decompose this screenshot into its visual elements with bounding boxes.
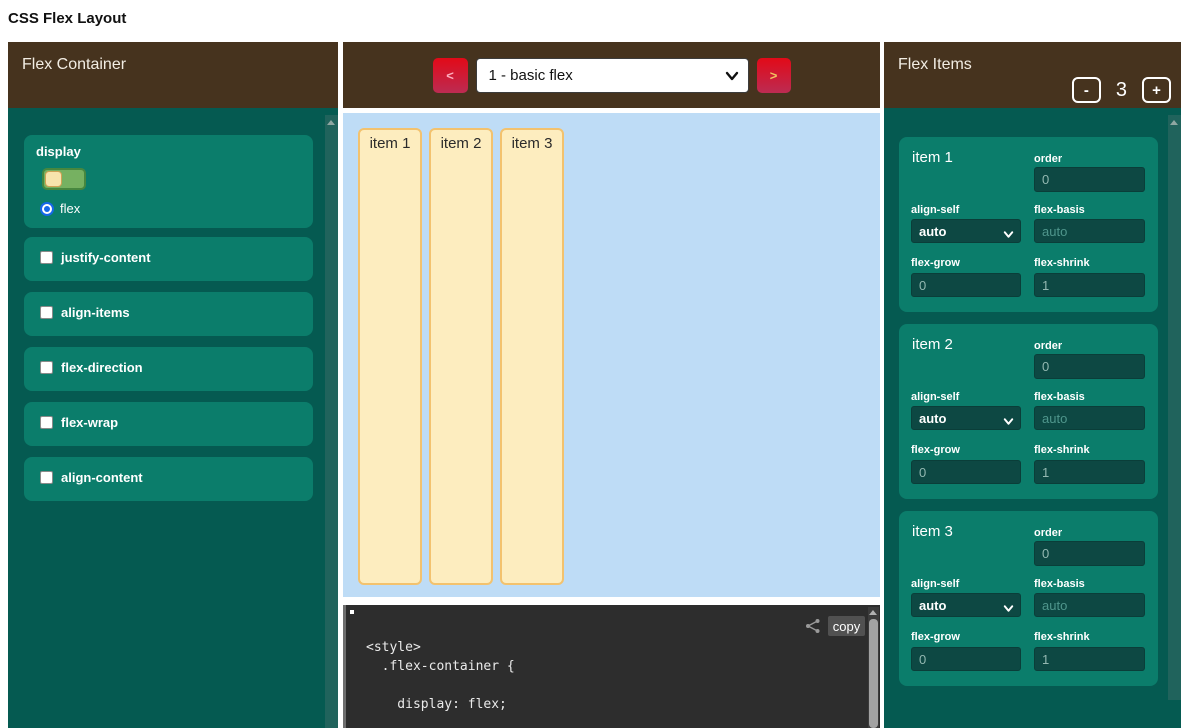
flex-basis-label: flex-basis bbox=[1034, 204, 1085, 216]
item-1-card: item 1 order align-self auto flex-basis … bbox=[899, 137, 1158, 312]
flex-shrink-input[interactable] bbox=[1034, 460, 1145, 484]
code-panel-dot bbox=[350, 610, 354, 614]
flex-items-panel-title: Flex Items bbox=[898, 56, 972, 73]
flex-preview-item: item 1 bbox=[358, 128, 422, 585]
next-example-button[interactable]: > bbox=[757, 58, 791, 93]
flex-shrink-label: flex-shrink bbox=[1034, 444, 1090, 456]
example-select[interactable]: 1 - basic flex bbox=[476, 58, 749, 93]
flex-basis-label: flex-basis bbox=[1034, 578, 1085, 590]
align-self-select[interactable]: auto bbox=[911, 219, 1021, 243]
flex-items-panel-body: item 1 order align-self auto flex-basis … bbox=[884, 108, 1181, 728]
item-card-title: item 3 bbox=[912, 523, 953, 540]
order-label: order bbox=[1034, 527, 1062, 539]
code-line bbox=[366, 676, 515, 695]
flex-grow-input[interactable] bbox=[911, 460, 1021, 484]
flex-basis-input[interactable] bbox=[1034, 406, 1145, 430]
flex-shrink-label: flex-shrink bbox=[1034, 257, 1090, 269]
align-content-label: align-content bbox=[61, 470, 143, 485]
align-self-select-wrap: auto bbox=[911, 219, 1021, 243]
display-toggle-knob[interactable] bbox=[45, 171, 62, 187]
flex-items-panel: Flex Items - 3 + item 1 order align-self… bbox=[884, 42, 1181, 728]
display-toggle[interactable] bbox=[42, 168, 86, 190]
order-label: order bbox=[1034, 153, 1062, 165]
item-2-card: item 2 order align-self auto flex-basis … bbox=[899, 324, 1158, 499]
order-input[interactable] bbox=[1034, 167, 1145, 192]
align-content-checkbox[interactable] bbox=[40, 471, 53, 484]
flex-direction-checkbox[interactable] bbox=[40, 361, 53, 374]
scroll-up-arrow-icon[interactable] bbox=[327, 120, 335, 125]
flex-direction-card: flex-direction bbox=[24, 347, 313, 391]
align-self-label: align-self bbox=[911, 204, 959, 216]
align-self-label: align-self bbox=[911, 391, 959, 403]
flex-grow-label: flex-grow bbox=[911, 257, 960, 269]
item-count-controls: - 3 + bbox=[1072, 77, 1171, 103]
flex-basis-input[interactable] bbox=[1034, 593, 1145, 617]
align-self-select[interactable]: auto bbox=[911, 593, 1021, 617]
flex-grow-input[interactable] bbox=[911, 647, 1021, 671]
display-flex-radio[interactable] bbox=[40, 202, 54, 216]
copy-code-button[interactable]: copy bbox=[828, 616, 865, 636]
previous-example-button[interactable]: < bbox=[433, 58, 468, 93]
flex-preview-item: item 3 bbox=[500, 128, 564, 585]
align-items-label: align-items bbox=[61, 305, 130, 320]
align-self-select-wrap: auto bbox=[911, 406, 1021, 430]
code-scrollbar-thumb[interactable] bbox=[869, 619, 878, 728]
display-flex-radio-label: flex bbox=[60, 201, 80, 216]
display-property-card: display flex bbox=[24, 135, 313, 228]
code-output-panel: copy <style> .flex-container { display: … bbox=[343, 605, 880, 728]
flex-direction-label: flex-direction bbox=[61, 360, 143, 375]
flex-grow-label: flex-grow bbox=[911, 631, 960, 643]
item-card-title: item 2 bbox=[912, 336, 953, 353]
flex-wrap-card: flex-wrap bbox=[24, 402, 313, 446]
code-line: .flex-container { bbox=[366, 657, 515, 676]
flex-wrap-label: flex-wrap bbox=[61, 415, 118, 430]
example-select-wrap: 1 - basic flex bbox=[476, 58, 749, 93]
remove-item-button[interactable]: - bbox=[1072, 77, 1101, 103]
order-label: order bbox=[1034, 340, 1062, 352]
flex-basis-input[interactable] bbox=[1034, 219, 1145, 243]
flex-shrink-label: flex-shrink bbox=[1034, 631, 1090, 643]
align-content-card: align-content bbox=[24, 457, 313, 501]
flex-preview-item: item 2 bbox=[429, 128, 493, 585]
flex-grow-input[interactable] bbox=[911, 273, 1021, 297]
justify-content-label: justify-content bbox=[61, 250, 151, 265]
flex-items-panel-header: Flex Items - 3 + bbox=[884, 42, 1181, 108]
generated-css-code: <style> .flex-container { display: flex; bbox=[366, 638, 515, 714]
right-panel-scrollbar[interactable] bbox=[1168, 115, 1181, 700]
item-count-value: 3 bbox=[1116, 79, 1127, 102]
flex-shrink-input[interactable] bbox=[1034, 647, 1145, 671]
flex-shrink-input[interactable] bbox=[1034, 273, 1145, 297]
order-input[interactable] bbox=[1034, 541, 1145, 566]
flex-container-panel: Flex Container display flex justify-cont… bbox=[8, 42, 338, 728]
flex-container-panel-body: display flex justify-content align-items bbox=[8, 108, 338, 728]
flex-grow-label: flex-grow bbox=[911, 444, 960, 456]
display-label: display bbox=[36, 144, 81, 159]
align-items-card: align-items bbox=[24, 292, 313, 336]
order-input[interactable] bbox=[1034, 354, 1145, 379]
left-panel-scrollbar[interactable] bbox=[325, 115, 338, 728]
align-self-select-wrap: auto bbox=[911, 593, 1021, 617]
flex-container-panel-header: Flex Container bbox=[8, 42, 338, 108]
flex-preview-container: item 1 item 2 item 3 bbox=[343, 113, 880, 597]
code-line: display: flex; bbox=[366, 695, 515, 714]
justify-content-card: justify-content bbox=[24, 237, 313, 281]
flex-wrap-checkbox[interactable] bbox=[40, 416, 53, 429]
align-self-label: align-self bbox=[911, 578, 959, 590]
code-line: <style> bbox=[366, 638, 515, 657]
code-scrollbar[interactable] bbox=[868, 607, 879, 728]
add-item-button[interactable]: + bbox=[1142, 77, 1171, 103]
scroll-up-arrow-icon[interactable] bbox=[1170, 120, 1178, 125]
align-self-select[interactable]: auto bbox=[911, 406, 1021, 430]
share-icon[interactable] bbox=[805, 618, 821, 634]
flex-basis-label: flex-basis bbox=[1034, 391, 1085, 403]
justify-content-checkbox[interactable] bbox=[40, 251, 53, 264]
scroll-up-arrow-icon[interactable] bbox=[869, 610, 877, 615]
item-card-title: item 1 bbox=[912, 149, 953, 166]
flex-container-panel-title: Flex Container bbox=[22, 56, 126, 73]
page-title: CSS Flex Layout bbox=[8, 10, 126, 27]
align-items-checkbox[interactable] bbox=[40, 306, 53, 319]
example-nav-bar: < 1 - basic flex > bbox=[343, 42, 880, 108]
item-3-card: item 3 order align-self auto flex-basis … bbox=[899, 511, 1158, 686]
